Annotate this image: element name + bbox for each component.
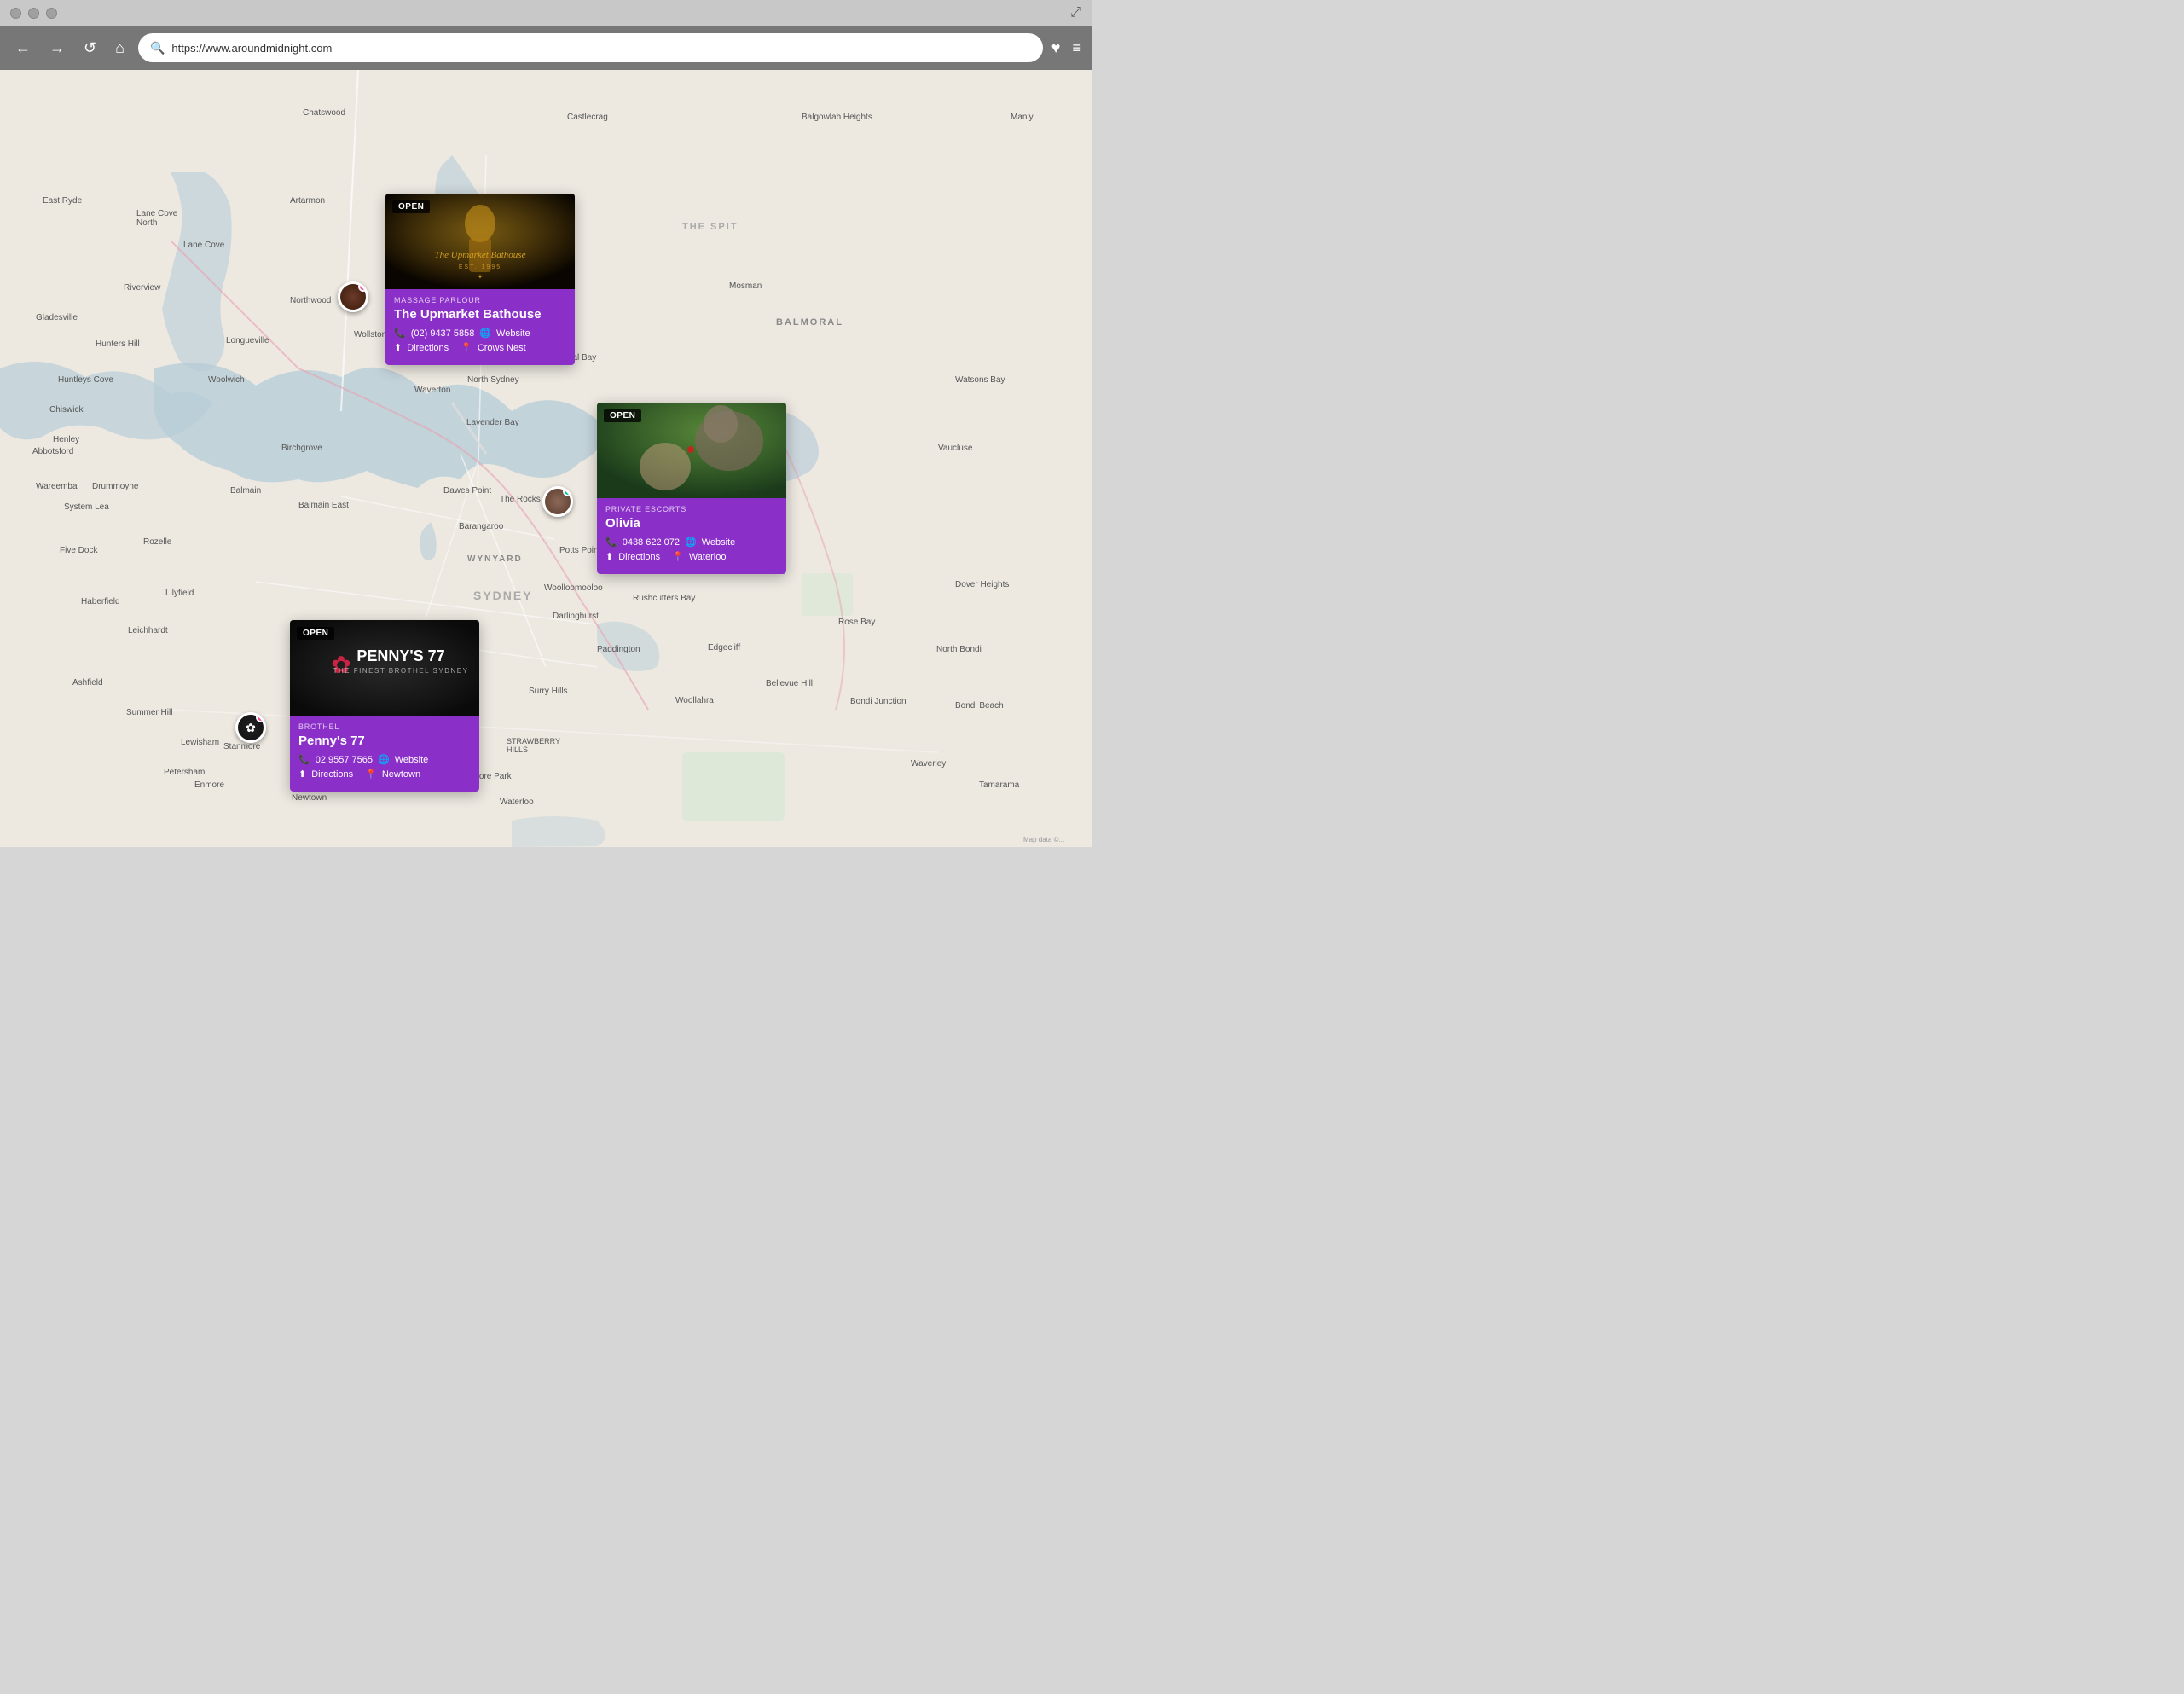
card-pennys: ✿ PENNY'S 77 THE FINEST BROTHEL SYDNEY O…: [290, 620, 479, 792]
olivia-location: Waterloo: [689, 552, 727, 562]
directions-icon: ⬆: [394, 342, 402, 353]
directions-icon-2: ⬆: [605, 551, 613, 562]
svg-text:PENNY'S 77: PENNY'S 77: [356, 647, 444, 664]
olivia-phone: 0438 622 072: [623, 537, 680, 548]
olivia-directions-row: ⬆ Directions 📍 Waterloo: [605, 551, 778, 562]
forward-button[interactable]: →: [44, 36, 70, 61]
upmarket-website[interactable]: Website: [496, 328, 530, 339]
card-upmarket-image: The Upmarket Bathouse EST. 1995 ✦ OPEN: [385, 194, 575, 289]
svg-text:EST. 1995: EST. 1995: [459, 264, 501, 270]
svg-text:Map data ©...: Map data ©...: [1023, 836, 1064, 844]
traffic-light-minimize[interactable]: [28, 8, 39, 19]
upmarket-directions-row: ⬆ Directions 📍 Crows Nest: [394, 342, 566, 353]
pennys-name: Penny's 77: [298, 734, 471, 748]
marker-olivia[interactable]: [542, 486, 573, 517]
card-upmarket: The Upmarket Bathouse EST. 1995 ✦ OPEN M…: [385, 194, 575, 365]
favorite-button[interactable]: ♥: [1051, 39, 1061, 57]
pennys-location: Newtown: [382, 769, 420, 780]
phone-icon-2: 📞: [605, 537, 617, 548]
olivia-directions[interactable]: Directions: [618, 552, 660, 562]
map-container[interactable]: Map data ©... Chatswood Castlecrag Balgo…: [0, 70, 1092, 847]
svg-text:The Upmarket Bathouse: The Upmarket Bathouse: [435, 250, 526, 260]
globe-icon-2: 🌐: [685, 537, 697, 548]
menu-button[interactable]: ≡: [1072, 39, 1081, 57]
url-display: https://www.aroundmidnight.com: [171, 42, 332, 55]
pennys-category: BROTHEL: [298, 722, 471, 731]
back-button[interactable]: ←: [10, 36, 36, 61]
pennys-website[interactable]: Website: [395, 755, 429, 765]
upmarket-category: MASSAGE PARLOUR: [394, 296, 566, 305]
olivia-category: PRIVATE ESCORTS: [605, 505, 778, 513]
toolbar-right: ♥ ≡: [1051, 39, 1081, 57]
address-bar[interactable]: 🔍 https://www.aroundmidnight.com: [138, 33, 1043, 62]
reload-button[interactable]: ↺: [78, 36, 101, 61]
location-icon: 📍: [461, 342, 472, 353]
card-olivia: OPEN PRIVATE ESCORTS Olivia 📞 0438 622 0…: [597, 403, 786, 574]
marker-pennys[interactable]: ✿: [235, 712, 266, 743]
traffic-light-close[interactable]: [10, 8, 21, 19]
home-button[interactable]: ⌂: [110, 36, 130, 61]
map-background: Map data ©...: [0, 70, 1092, 847]
globe-icon-3: 🌐: [378, 754, 390, 765]
svg-text:✦: ✦: [478, 273, 484, 281]
pennys-phone: 02 9557 7565: [316, 755, 373, 765]
phone-icon: 📞: [394, 328, 406, 339]
marker-upmarket[interactable]: [338, 281, 368, 312]
card-olivia-image: OPEN: [597, 403, 786, 498]
traffic-light-maximize[interactable]: [46, 8, 57, 19]
search-icon: 🔍: [150, 41, 165, 55]
location-icon-2: 📍: [672, 551, 684, 562]
upmarket-directions[interactable]: Directions: [407, 343, 449, 353]
olivia-phone-row: 📞 0438 622 072 🌐 Website: [605, 537, 778, 548]
svg-text:THE FINEST BROTHEL SYDNEY: THE FINEST BROTHEL SYDNEY: [333, 667, 469, 675]
pennys-directions-row: ⬆ Directions 📍 Newtown: [298, 769, 471, 780]
upmarket-phone: (02) 9437 5858: [411, 328, 475, 339]
upmarket-name: The Upmarket Bathouse: [394, 307, 566, 322]
browser-toolbar: ← → ↺ ⌂ 🔍 https://www.aroundmidnight.com…: [0, 26, 1092, 70]
directions-icon-3: ⬆: [298, 769, 306, 780]
window-chrome: ⤢: [0, 0, 1092, 26]
pennys-directions[interactable]: Directions: [311, 769, 353, 780]
upmarket-phone-row: 📞 (02) 9437 5858 🌐 Website: [394, 328, 566, 339]
card-pennys-image: ✿ PENNY'S 77 THE FINEST BROTHEL SYDNEY O…: [290, 620, 479, 716]
card-pennys-body: BROTHEL Penny's 77 📞 02 9557 7565 🌐 Webs…: [290, 716, 479, 792]
location-icon-3: 📍: [365, 769, 377, 780]
olivia-open-badge: OPEN: [604, 409, 641, 422]
pennys-open-badge: OPEN: [297, 627, 334, 640]
olivia-website[interactable]: Website: [702, 537, 736, 548]
upmarket-location: Crows Nest: [478, 343, 526, 353]
upmarket-open-badge: OPEN: [392, 200, 430, 213]
card-upmarket-body: MASSAGE PARLOUR The Upmarket Bathouse 📞 …: [385, 289, 575, 365]
phone-icon-3: 📞: [298, 754, 310, 765]
card-olivia-body: PRIVATE ESCORTS Olivia 📞 0438 622 072 🌐 …: [597, 498, 786, 574]
olivia-name: Olivia: [605, 516, 778, 531]
globe-icon: 🌐: [479, 328, 491, 339]
window-expand-icon[interactable]: ⤢: [1070, 5, 1081, 20]
pennys-phone-row: 📞 02 9557 7565 🌐 Website: [298, 754, 471, 765]
